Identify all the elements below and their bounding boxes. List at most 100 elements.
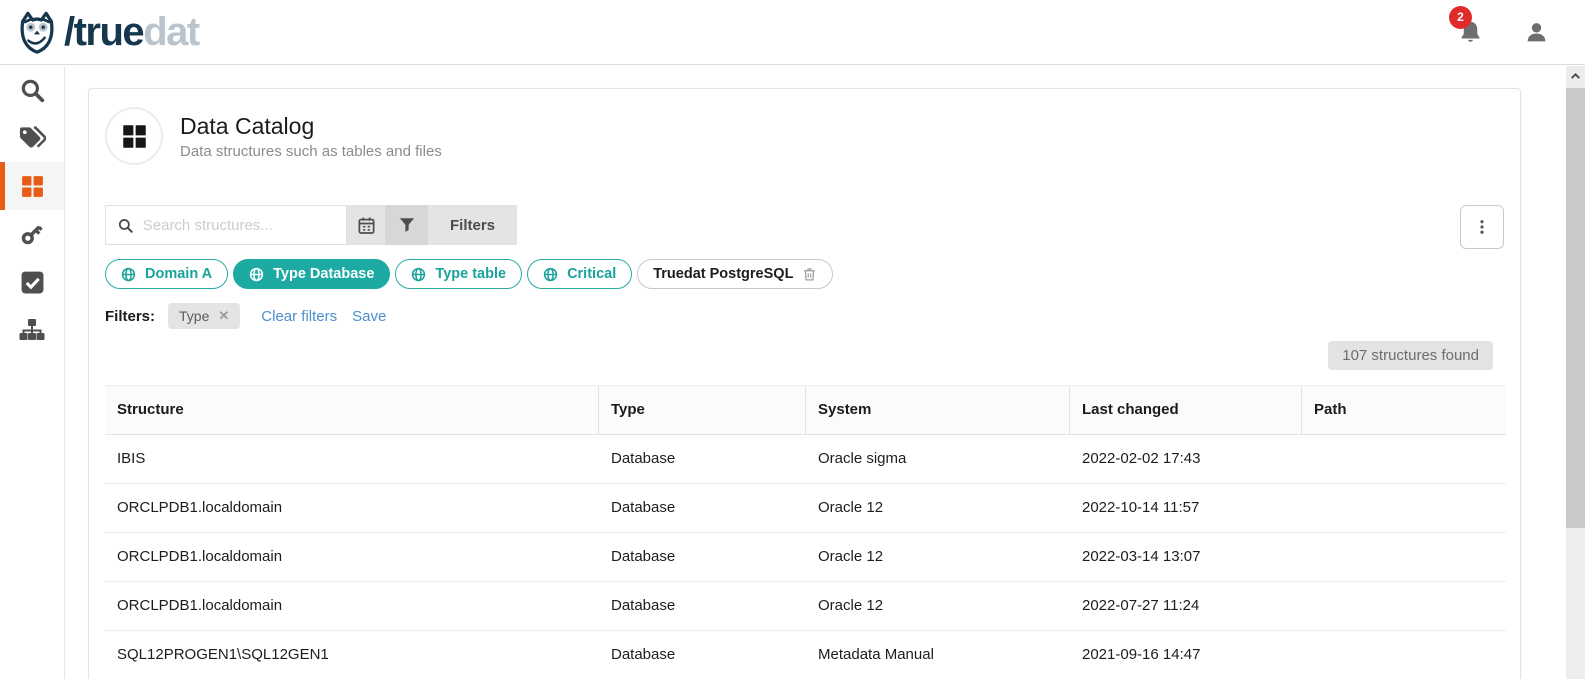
sitemap-icon bbox=[19, 318, 45, 342]
column-header-type: Type bbox=[599, 386, 806, 434]
date-filter-button[interactable] bbox=[347, 205, 385, 245]
close-icon[interactable]: ✕ bbox=[218, 308, 229, 324]
topbar: /truedat 2 bbox=[0, 0, 1585, 65]
column-header-system: System bbox=[806, 386, 1070, 434]
filter-funnel-icon bbox=[398, 216, 416, 234]
more-options-button[interactable] bbox=[1460, 205, 1504, 249]
sidebar-item-check[interactable] bbox=[0, 258, 64, 306]
applied-filter-name: Type bbox=[179, 308, 209, 324]
kebab-menu-icon bbox=[1473, 218, 1491, 236]
brand-logo[interactable]: /truedat bbox=[14, 9, 199, 55]
cell-path bbox=[1302, 533, 1506, 581]
table-header-row: Structure Type System Last changed Path bbox=[105, 386, 1506, 435]
cell-structure: ORCLPDB1.localdomain bbox=[105, 484, 599, 532]
notifications-button[interactable]: 2 bbox=[1457, 19, 1484, 46]
filter-chip-critical[interactable]: Critical bbox=[527, 259, 632, 289]
applied-filter-chip-type[interactable]: Type ✕ bbox=[168, 303, 240, 329]
results-row: 107 structures found bbox=[105, 341, 1504, 370]
filter-toggle-button[interactable] bbox=[385, 205, 428, 245]
filter-chip-truedat-postgresql[interactable]: Truedat PostgreSQL bbox=[637, 259, 833, 289]
grid-icon bbox=[121, 123, 148, 150]
brand-wordmark-secondary: dat bbox=[143, 10, 199, 54]
catalog-avatar bbox=[105, 107, 163, 165]
search-group: Filters bbox=[105, 205, 517, 245]
filter-chip-type-table[interactable]: Type table bbox=[395, 259, 522, 289]
data-catalog-card: Data Catalog Data structures such as tab… bbox=[88, 88, 1521, 679]
cell-last-changed: 2022-07-27 11:24 bbox=[1070, 582, 1302, 630]
notification-badge: 2 bbox=[1449, 6, 1472, 29]
cell-last-changed: 2022-03-14 13:07 bbox=[1070, 533, 1302, 581]
cell-path bbox=[1302, 631, 1506, 679]
scrollbar-thumb[interactable] bbox=[1566, 88, 1585, 528]
cell-system: Metadata Manual bbox=[806, 631, 1070, 679]
column-header-path: Path bbox=[1302, 386, 1506, 434]
applied-filters-label: Filters: bbox=[105, 308, 155, 325]
sidebar-item-lineage[interactable] bbox=[0, 306, 64, 354]
globe-icon bbox=[121, 267, 136, 282]
cell-structure: IBIS bbox=[105, 435, 599, 483]
table-row[interactable]: ORCLPDB1.localdomain Database Oracle 12 … bbox=[105, 533, 1506, 582]
brand-wordmark-primary: /true bbox=[64, 10, 143, 54]
cell-structure: ORCLPDB1.localdomain bbox=[105, 533, 599, 581]
globe-icon bbox=[543, 267, 558, 282]
sidebar-item-data-catalog[interactable] bbox=[0, 162, 64, 210]
tags-icon bbox=[19, 126, 46, 150]
sidebar-item-key[interactable] bbox=[0, 210, 64, 258]
search-box bbox=[105, 205, 347, 245]
page-subtitle: Data structures such as tables and files bbox=[180, 143, 442, 160]
table-row[interactable]: ORCLPDB1.localdomain Database Oracle 12 … bbox=[105, 582, 1506, 631]
chevron-up-icon bbox=[1569, 70, 1582, 83]
search-input[interactable] bbox=[143, 217, 335, 234]
cell-type: Database bbox=[599, 435, 806, 483]
check-square-icon bbox=[20, 270, 45, 295]
key-icon bbox=[19, 221, 45, 247]
cell-path bbox=[1302, 582, 1506, 630]
save-filters-link[interactable]: Save bbox=[352, 308, 386, 325]
structures-table: Structure Type System Last changed Path … bbox=[105, 385, 1506, 679]
cell-type: Database bbox=[599, 533, 806, 581]
trash-icon[interactable] bbox=[802, 267, 817, 282]
table-row[interactable]: ORCLPDB1.localdomain Database Oracle 12 … bbox=[105, 484, 1506, 533]
cell-last-changed: 2022-02-02 17:43 bbox=[1070, 435, 1302, 483]
page-scrollbar[interactable] bbox=[1566, 66, 1585, 679]
cell-system: Oracle sigma bbox=[806, 435, 1070, 483]
card-header: Data Catalog Data structures such as tab… bbox=[105, 107, 1504, 165]
topbar-actions: 2 bbox=[1457, 19, 1561, 46]
sidebar bbox=[0, 66, 65, 679]
results-count-badge: 107 structures found bbox=[1328, 341, 1493, 370]
filter-chip-domain-a[interactable]: Domain A bbox=[105, 259, 228, 289]
column-header-structure: Structure bbox=[105, 386, 599, 434]
table-row[interactable]: SQL12PROGEN1\SQL12GEN1 Database Metadata… bbox=[105, 631, 1506, 679]
toolbar: Filters bbox=[105, 205, 1504, 249]
filter-chip-label: Type Database bbox=[273, 266, 374, 282]
scrollbar-up-button[interactable] bbox=[1566, 66, 1585, 86]
filter-chip-label: Domain A bbox=[145, 266, 212, 282]
applied-filters-bar: Filters: Type ✕ Clear filters Save bbox=[105, 303, 1504, 329]
cell-last-changed: 2022-10-14 11:57 bbox=[1070, 484, 1302, 532]
clear-filters-link[interactable]: Clear filters bbox=[261, 308, 337, 325]
calendar-icon bbox=[357, 216, 376, 235]
sidebar-item-tags[interactable] bbox=[0, 114, 64, 162]
globe-icon bbox=[249, 267, 264, 282]
cell-path bbox=[1302, 435, 1506, 483]
grid-icon bbox=[20, 174, 45, 199]
sidebar-item-search[interactable] bbox=[0, 66, 64, 114]
card-header-text: Data Catalog Data structures such as tab… bbox=[180, 112, 442, 160]
user-icon bbox=[1524, 20, 1549, 45]
cell-type: Database bbox=[599, 582, 806, 630]
filter-chip-type-database[interactable]: Type Database bbox=[233, 259, 390, 289]
active-filter-chips: Domain A Type Database Type table Critic… bbox=[105, 259, 1504, 289]
brand-wordmark: /truedat bbox=[64, 12, 199, 52]
filter-chip-label: Truedat PostgreSQL bbox=[653, 266, 793, 282]
cell-system: Oracle 12 bbox=[806, 533, 1070, 581]
cell-structure: SQL12PROGEN1\SQL12GEN1 bbox=[105, 631, 599, 679]
table-row[interactable]: IBIS Database Oracle sigma 2022-02-02 17… bbox=[105, 435, 1506, 484]
column-header-last-changed: Last changed bbox=[1070, 386, 1302, 434]
user-menu-button[interactable] bbox=[1524, 20, 1549, 45]
page-title: Data Catalog bbox=[180, 112, 442, 141]
filters-button[interactable]: Filters bbox=[428, 205, 517, 245]
cell-type: Database bbox=[599, 484, 806, 532]
filter-chip-label: Critical bbox=[567, 266, 616, 282]
cell-type: Database bbox=[599, 631, 806, 679]
cell-structure: ORCLPDB1.localdomain bbox=[105, 582, 599, 630]
